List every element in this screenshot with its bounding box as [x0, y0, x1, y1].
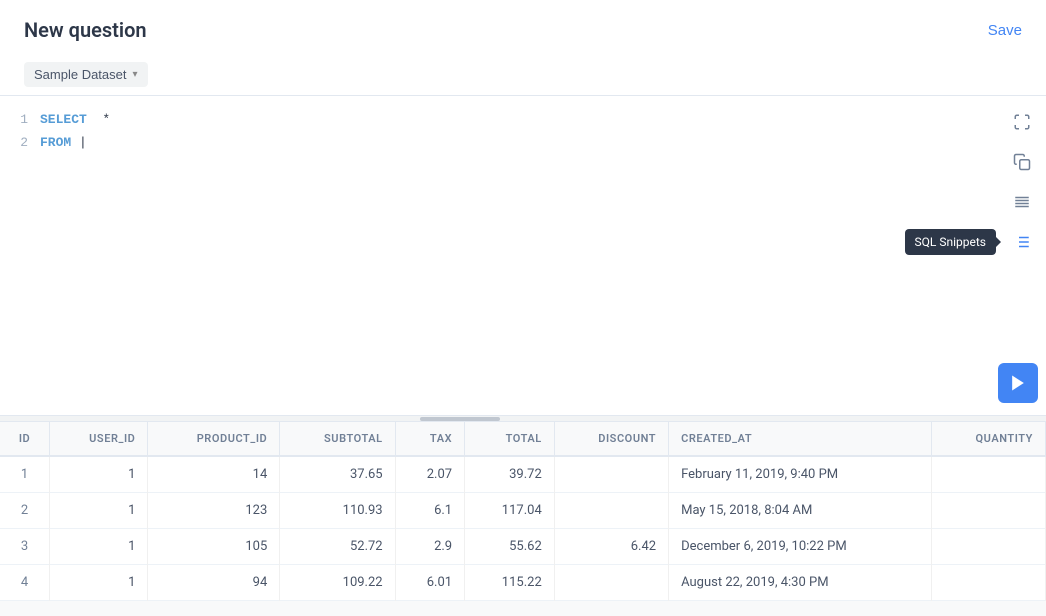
- cell-product-id: 94: [148, 565, 280, 601]
- cell-created-at: May 15, 2018, 8:04 AM: [669, 493, 932, 529]
- cell-quantity: [932, 456, 1046, 493]
- cell-total: 55.62: [465, 529, 555, 565]
- cell-tax: 6.1: [395, 493, 465, 529]
- cell-subtotal: 110.93: [280, 493, 395, 529]
- col-id: ID: [0, 422, 50, 456]
- table-row: 2 1 123 110.93 6.1 117.04 May 15, 2018, …: [0, 493, 1046, 529]
- sql-snippets-button[interactable]: [1006, 226, 1038, 258]
- col-created-at: CREATED_AT: [669, 422, 932, 456]
- col-discount: DISCOUNT: [554, 422, 668, 456]
- select-star: *: [102, 108, 110, 131]
- table-header: ID USER_ID PRODUCT_ID SUBTOTAL TAX TOTAL…: [0, 422, 1046, 456]
- code-line-2: FROM |: [40, 131, 996, 154]
- cell-product-id: 123: [148, 493, 280, 529]
- cell-id: 3: [0, 529, 50, 565]
- cell-user-id: 1: [50, 456, 148, 493]
- cell-created-at: December 6, 2019, 10:22 PM: [669, 529, 932, 565]
- code-area[interactable]: SELECT * FROM |: [40, 108, 1046, 384]
- header: New question Save: [0, 0, 1046, 54]
- line-numbers: 1 2: [0, 108, 40, 384]
- col-quantity: QUANTITY: [932, 422, 1046, 456]
- page-title: New question: [24, 18, 147, 42]
- cell-tax: 2.07: [395, 456, 465, 493]
- cell-tax: 6.01: [395, 565, 465, 601]
- cell-id: 4: [0, 565, 50, 601]
- cell-quantity: [932, 565, 1046, 601]
- cell-id: 1: [0, 456, 50, 493]
- table-row: 1 1 14 37.65 2.07 39.72 February 11, 201…: [0, 456, 1046, 493]
- cell-discount: [554, 565, 668, 601]
- snippets-icon: [1013, 233, 1031, 251]
- cell-subtotal: 109.22: [280, 565, 395, 601]
- cell-id: 2: [0, 493, 50, 529]
- cell-user-id: 1: [50, 493, 148, 529]
- cell-quantity: [932, 493, 1046, 529]
- col-subtotal: SUBTOTAL: [280, 422, 395, 456]
- keyword-from: FROM: [40, 131, 71, 154]
- dataset-label: Sample Dataset: [34, 67, 127, 82]
- expand-button[interactable]: [1006, 106, 1038, 138]
- editor-container: 1 2 SELECT * FROM |: [0, 96, 1046, 416]
- line-number: 1: [20, 108, 28, 131]
- cell-total: 115.22: [465, 565, 555, 601]
- cell-discount: 6.42: [554, 529, 668, 565]
- format-button[interactable]: [1006, 186, 1038, 218]
- cell-subtotal: 37.65: [280, 456, 395, 493]
- cell-quantity: [932, 529, 1046, 565]
- cell-discount: [554, 493, 668, 529]
- keyword-select: SELECT: [40, 108, 87, 131]
- cell-product-id: 14: [148, 456, 280, 493]
- play-icon: [1008, 373, 1028, 393]
- chevron-down-icon: ▾: [133, 69, 138, 80]
- col-tax: TAX: [395, 422, 465, 456]
- save-button[interactable]: Save: [988, 22, 1022, 39]
- results-table-wrapper: ID USER_ID PRODUCT_ID SUBTOTAL TAX TOTAL…: [0, 422, 1046, 601]
- editor-inner: 1 2 SELECT * FROM |: [0, 96, 1046, 396]
- run-button[interactable]: [998, 363, 1038, 403]
- expand-icon: [1013, 113, 1031, 131]
- copy-icon: [1013, 153, 1031, 171]
- results-table: ID USER_ID PRODUCT_ID SUBTOTAL TAX TOTAL…: [0, 422, 1046, 601]
- cell-product-id: 105: [148, 529, 280, 565]
- cell-tax: 2.9: [395, 529, 465, 565]
- cell-user-id: 1: [50, 565, 148, 601]
- col-user-id: USER_ID: [50, 422, 148, 456]
- code-line-1: SELECT *: [40, 108, 996, 131]
- sql-snippets-wrapper: SQL Snippets: [1006, 226, 1038, 258]
- dataset-bar: Sample Dataset ▾: [0, 54, 1046, 96]
- scroll-thumb: [420, 417, 500, 421]
- dataset-selector[interactable]: Sample Dataset ▾: [24, 62, 148, 87]
- table-body: 1 1 14 37.65 2.07 39.72 February 11, 201…: [0, 456, 1046, 601]
- table-row: 3 1 105 52.72 2.9 55.62 6.42 December 6,…: [0, 529, 1046, 565]
- cell-total: 117.04: [465, 493, 555, 529]
- cell-subtotal: 52.72: [280, 529, 395, 565]
- col-total: TOTAL: [465, 422, 555, 456]
- table-row: 4 1 94 109.22 6.01 115.22 August 22, 201…: [0, 565, 1046, 601]
- cell-discount: [554, 456, 668, 493]
- cell-user-id: 1: [50, 529, 148, 565]
- line-number: 2: [20, 131, 28, 154]
- copy-button[interactable]: [1006, 146, 1038, 178]
- format-icon: [1013, 193, 1031, 211]
- cell-created-at: February 11, 2019, 9:40 PM: [669, 456, 932, 493]
- right-toolbar: SQL Snippets: [998, 96, 1046, 268]
- cell-total: 39.72: [465, 456, 555, 493]
- cell-created-at: August 22, 2019, 4:30 PM: [669, 565, 932, 601]
- col-product-id: PRODUCT_ID: [148, 422, 280, 456]
- cursor: |: [79, 131, 87, 154]
